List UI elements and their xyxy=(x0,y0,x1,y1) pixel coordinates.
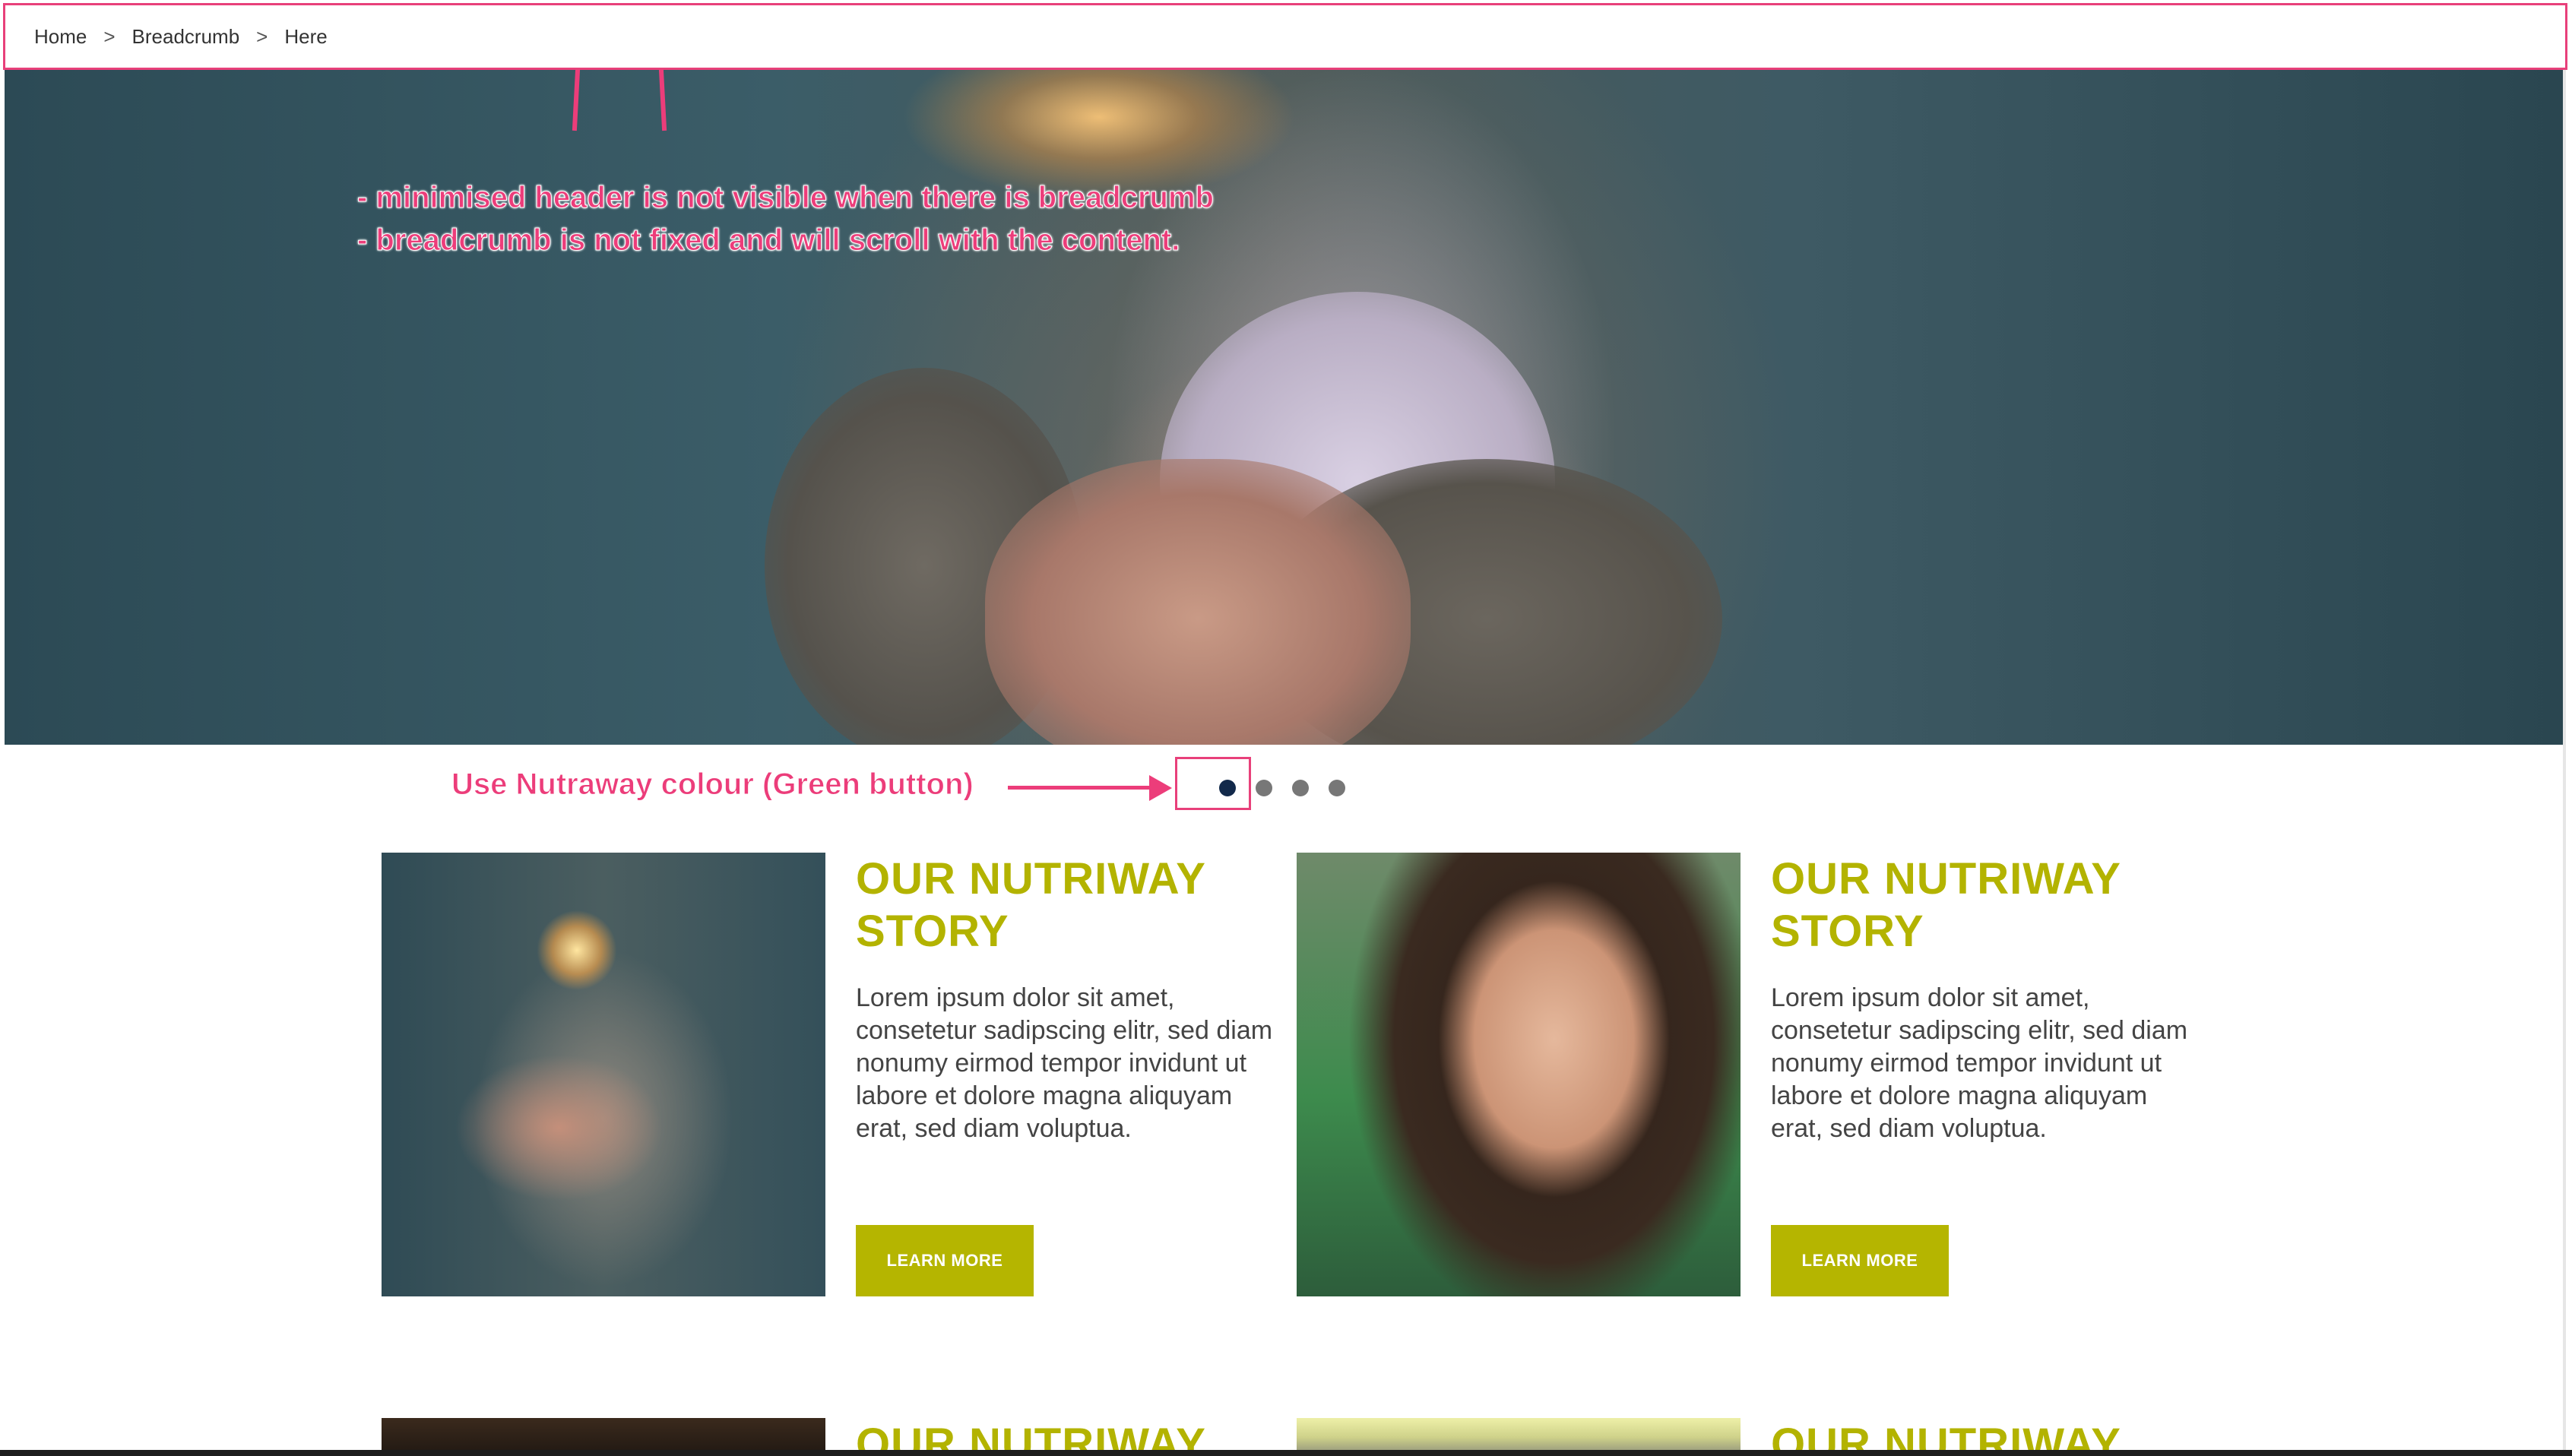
story-card: OUR NUTRIWAY STORY Lorem ipsum dolor sit… xyxy=(1297,853,2209,1296)
annotation-dots-note: Use Nutraway colour (Green button) xyxy=(451,768,974,802)
portrait-photo xyxy=(1297,853,1741,1296)
page-right-edge xyxy=(2563,64,2566,1454)
carousel-dot-4[interactable] xyxy=(1329,780,1345,796)
learn-more-button[interactable]: LEARN MORE xyxy=(1771,1225,1949,1296)
sparkler-photo xyxy=(382,853,825,1296)
breadcrumb-breadcrumb-link[interactable]: Breadcrumb xyxy=(132,25,240,49)
breadcrumb-separator: > xyxy=(256,24,268,48)
annotation-header-note: - minimised header is not visible when t… xyxy=(357,176,1421,261)
story-card: OUR NUTRIWAY STORY Lorem ipsum dolor sit… xyxy=(382,853,1294,1296)
learn-more-button[interactable]: LEARN MORE xyxy=(856,1225,1034,1296)
breadcrumb: Home > Breadcrumb > Here xyxy=(3,3,2567,70)
card-title: OUR NUTRIWAY STORY xyxy=(856,854,1205,956)
carousel-dot-3[interactable] xyxy=(1292,780,1309,796)
carousel-dot-1[interactable] xyxy=(1219,780,1236,796)
annotation-arrow-right-icon xyxy=(1008,775,1172,801)
annotation-line: - minimised header is not visible when t… xyxy=(357,181,1215,215)
carousel-dot-2[interactable] xyxy=(1256,780,1272,796)
card-body: Lorem ipsum dolor sit amet, consetetur s… xyxy=(1771,983,2188,1143)
annotation-line: - breadcrumb is not fixed and will scrol… xyxy=(357,223,1180,258)
card-body: Lorem ipsum dolor sit amet, consetetur s… xyxy=(856,983,1273,1143)
card-title: OUR NUTRIWAY STORY xyxy=(1771,854,2121,956)
breadcrumb-home-link[interactable]: Home xyxy=(34,25,87,49)
breadcrumb-separator: > xyxy=(103,24,116,48)
hero-banner xyxy=(5,64,2563,745)
carousel-pagination xyxy=(1219,780,1345,796)
breadcrumb-current: Here xyxy=(284,24,328,48)
hero-hands xyxy=(985,459,1411,745)
page-bottom-edge xyxy=(0,1450,2572,1456)
